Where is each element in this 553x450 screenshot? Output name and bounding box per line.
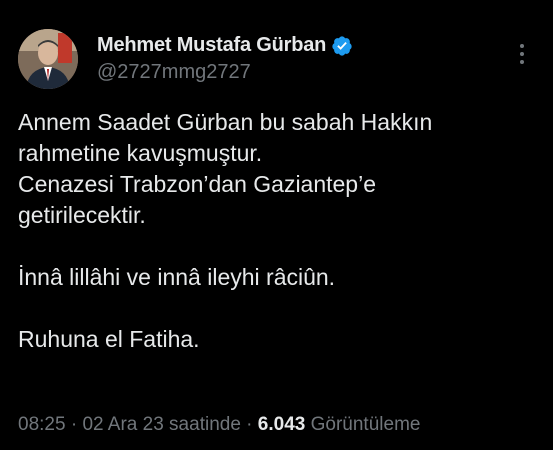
tweet-line: getirilecektir. (18, 202, 146, 228)
views-count: 6.043 (257, 414, 306, 435)
tweet-line: Ruhuna el Fatiha. (18, 326, 200, 352)
tweet-line: rahmetine kavuşmuştur. (18, 140, 263, 166)
tweet-line: Cenazesi Trabzon’dan Gaziantep’e (18, 171, 377, 197)
avatar[interactable] (18, 29, 78, 89)
views-label: Görüntüleme (305, 414, 421, 435)
author-name-row[interactable]: Mehmet Mustafa Gürban (97, 34, 353, 57)
tweet-time[interactable]: 08:25 (18, 414, 66, 435)
tweet-line: İnnâ lillâhi ve innâ ileyhi râciûn. (18, 264, 336, 290)
user-avatar-icon (18, 29, 78, 89)
tweet: Mehmet Mustafa Gürban @2727mmg2727 Annem… (0, 0, 553, 450)
author-handle[interactable]: @2727mmg2727 (97, 61, 251, 84)
tweet-line: Annem Saadet Gürban bu sabah Hakkın (18, 109, 433, 135)
separator: · (65, 414, 83, 435)
tweet-meta: 08:25 · 02 Ara 23 saatinde · 6.043 Görün… (18, 414, 420, 436)
author-name[interactable]: Mehmet Mustafa Gürban (97, 34, 326, 57)
separator: · (240, 414, 258, 435)
tweet-text: Annem Saadet Gürban bu sabah Hakkın rahm… (18, 107, 538, 355)
more-options-icon[interactable] (508, 40, 536, 68)
verified-badge-icon[interactable] (331, 35, 353, 57)
tweet-date[interactable]: 02 Ara 23 saatinde (82, 414, 240, 435)
